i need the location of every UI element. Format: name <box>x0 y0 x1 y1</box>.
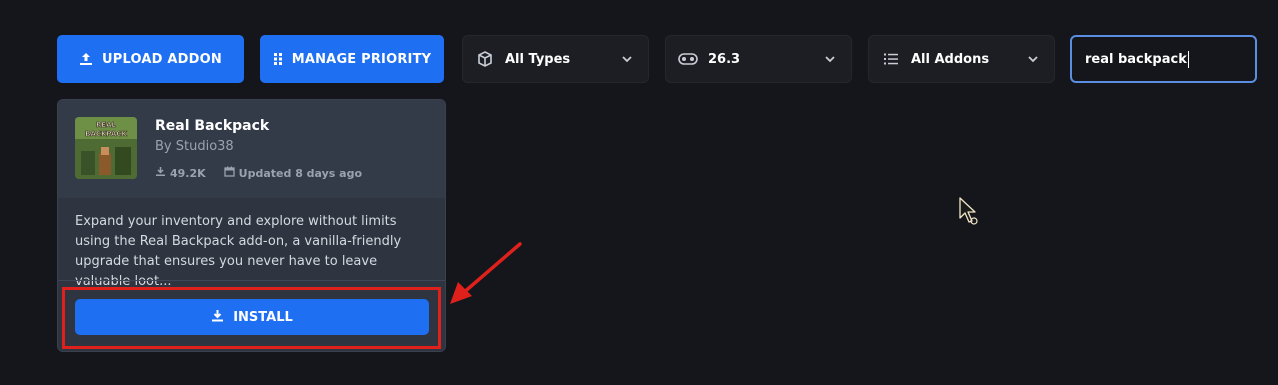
calendar-icon <box>224 166 235 180</box>
drag-grid-icon <box>273 52 283 66</box>
list-icon <box>881 49 901 69</box>
downloads-count: 49.2K <box>155 166 206 180</box>
addon-title[interactable]: Real Backpack <box>155 118 269 134</box>
chevron-down-icon <box>620 52 634 66</box>
install-button[interactable]: INSTALL <box>75 299 429 335</box>
version-filter-value: 26.3 <box>708 51 741 67</box>
chevron-down-icon <box>1026 52 1040 66</box>
search-input[interactable]: real backpack <box>1070 35 1257 83</box>
annotation-arrow-icon <box>450 242 522 304</box>
addon-card[interactable]: REAL BACKPACK Real Backpack By Studio38 … <box>57 99 446 352</box>
text-caret <box>1187 50 1189 68</box>
upload-icon <box>79 52 93 66</box>
card-divider <box>58 280 445 281</box>
mouse-cursor-icon <box>959 197 978 225</box>
addon-filter-value: All Addons <box>911 51 990 67</box>
toolbar: UPLOAD ADDON MANAGE PRIORITY All Types 2… <box>57 35 1257 83</box>
updated-info: Updated 8 days ago <box>224 166 362 180</box>
chevron-down-icon <box>823 52 837 66</box>
thumbnail-text-line-2: BACKPACK <box>85 130 127 138</box>
upload-addon-button[interactable]: UPLOAD ADDON <box>57 35 244 83</box>
addon-filter-dropdown[interactable]: All Addons <box>868 35 1055 83</box>
downloads-value: 49.2K <box>170 166 206 180</box>
addon-thumbnail: REAL BACKPACK <box>75 117 137 179</box>
updated-value: Updated 8 days ago <box>238 166 363 180</box>
manage-priority-button[interactable]: MANAGE PRIORITY <box>260 35 444 83</box>
download-icon <box>211 309 224 326</box>
addon-meta: 49.2K Updated 8 days ago <box>155 166 362 180</box>
box-icon <box>475 49 495 69</box>
upload-addon-label: UPLOAD ADDON <box>102 51 222 67</box>
type-filter-dropdown[interactable]: All Types <box>462 35 649 83</box>
addon-author[interactable]: By Studio38 <box>155 139 234 154</box>
type-filter-value: All Types <box>505 51 571 67</box>
manage-priority-label: MANAGE PRIORITY <box>291 51 432 67</box>
gamepad-icon <box>678 49 698 69</box>
thumbnail-text-line-1: REAL <box>96 121 117 129</box>
search-input-value: real backpack <box>1085 51 1187 67</box>
download-icon <box>155 166 166 180</box>
version-filter-dropdown[interactable]: 26.3 <box>665 35 852 83</box>
install-label: INSTALL <box>233 309 293 325</box>
